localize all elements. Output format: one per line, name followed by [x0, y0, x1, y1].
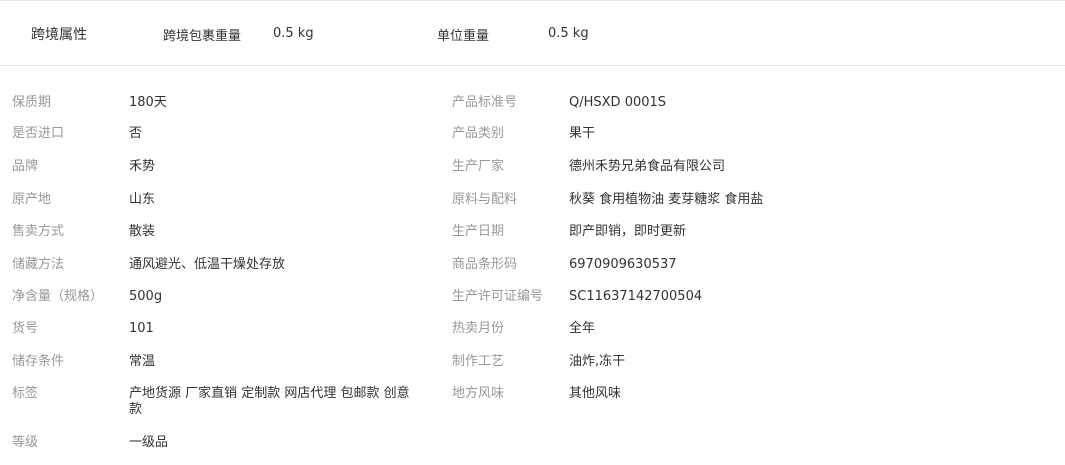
attr-label: 地方风味	[452, 386, 505, 401]
attr-label: 储存条件	[12, 354, 65, 369]
attr-value: 否	[129, 126, 143, 141]
attr-value: 180天	[129, 95, 167, 110]
attr-value: 即产即销，即时更新	[569, 224, 687, 239]
attr-label: 生产日期	[452, 224, 505, 239]
attr-label: 产品标准号	[452, 95, 518, 110]
attr-value: 通风避光、低温干燥处存放	[129, 257, 286, 272]
attr-value: 油炸,冻干	[569, 354, 626, 369]
attr-value: SC11637142700504	[569, 289, 703, 304]
cross-border-title: 跨境属性	[31, 27, 87, 43]
attr-value: 禾势	[129, 159, 156, 174]
unit-weight-value: 0.5 kg	[548, 26, 589, 41]
attr-value: 其他风味	[569, 386, 622, 401]
attr-label: 原产地	[12, 192, 52, 207]
attr-value: 全年	[569, 321, 596, 336]
attr-label: 生产厂家	[452, 159, 505, 174]
attr-label: 是否进口	[12, 126, 65, 141]
attr-label: 储藏方法	[12, 257, 65, 272]
attr-label: 制作工艺	[452, 354, 505, 369]
attr-label: 货号	[12, 321, 39, 336]
attr-value: 常温	[129, 354, 156, 369]
attr-label: 保质期	[12, 95, 52, 110]
attr-value: 500g	[129, 289, 163, 304]
attr-value: 101	[129, 321, 154, 336]
attr-label: 产品类别	[452, 126, 505, 141]
attr-label: 标签	[12, 386, 39, 401]
attr-label: 商品条形码	[452, 257, 518, 272]
attr-value: 6970909630537	[569, 257, 677, 272]
attr-label: 净含量（规格）	[12, 289, 104, 304]
attr-label: 售卖方式	[12, 224, 65, 239]
attr-value: 德州禾势兄弟食品有限公司	[569, 159, 726, 174]
attr-label: 等级	[12, 435, 39, 450]
attr-value: 散装	[129, 224, 156, 239]
attr-label: 生产许可证编号	[452, 289, 544, 304]
attr-value: 果干	[569, 126, 596, 141]
unit-weight-label: 单位重量	[437, 29, 490, 44]
package-weight-value: 0.5 kg	[273, 26, 314, 41]
package-weight-label: 跨境包裹重量	[163, 29, 242, 44]
attr-label: 品牌	[12, 159, 39, 174]
attr-value: Q/HSXD 0001S	[569, 95, 667, 110]
attr-value: 山东	[129, 192, 156, 207]
attr-value: 一级品	[129, 435, 169, 450]
product-attributes-page: 跨境属性 跨境包裹重量 0.5 kg 单位重量 0.5 kg 保质期 180天 …	[0, 0, 1065, 465]
attr-value: 秋葵 食用植物油 麦芽糖浆 食用盐	[569, 192, 764, 207]
attr-label: 热卖月份	[452, 321, 505, 336]
attr-label: 原料与配料	[452, 192, 518, 207]
cross-border-section: 跨境属性 跨境包裹重量 0.5 kg 单位重量 0.5 kg	[0, 0, 1065, 66]
attr-value: 产地货源 厂家直销 定制款 网店代理 包邮款 创意款	[129, 386, 410, 417]
